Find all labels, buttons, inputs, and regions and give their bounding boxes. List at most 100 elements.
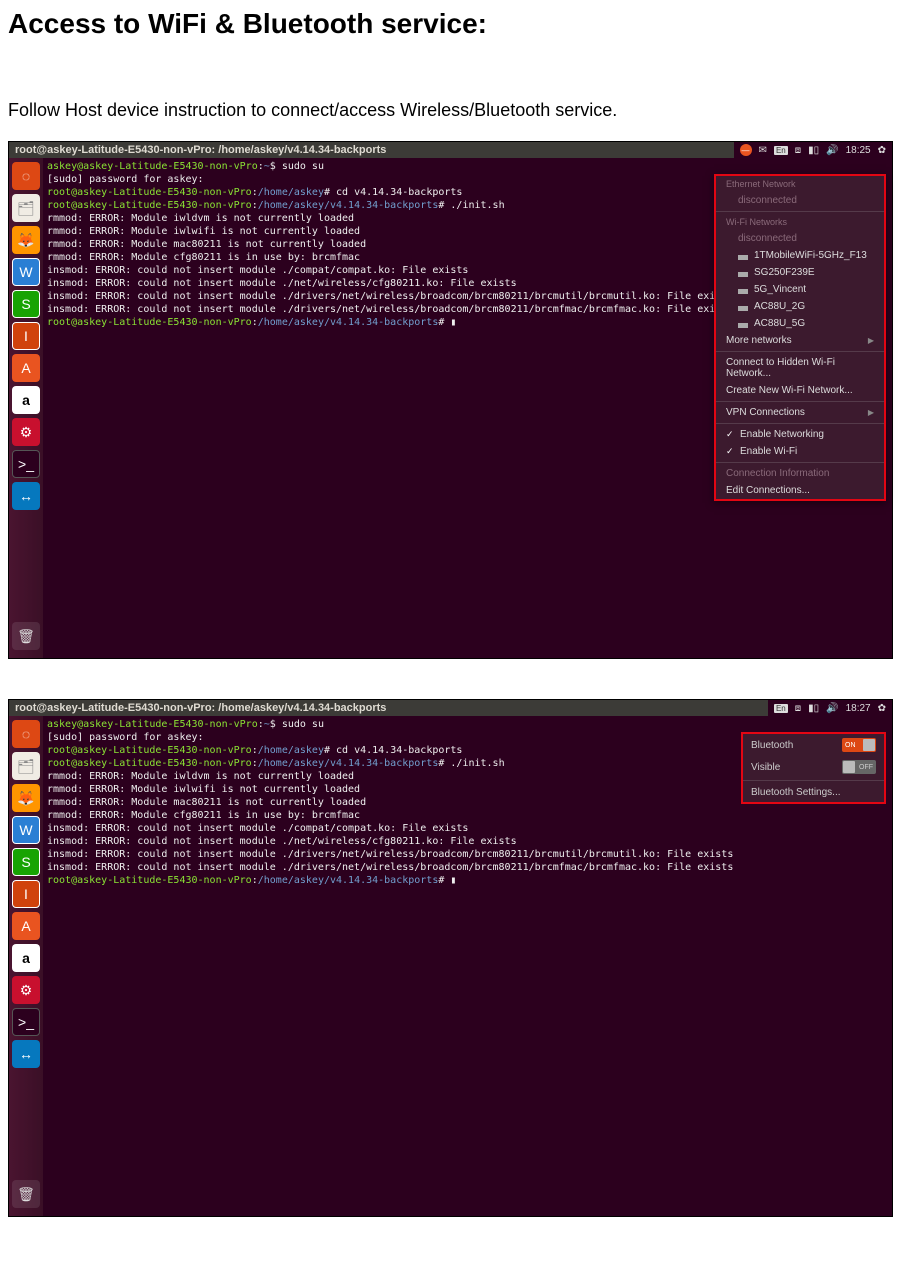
terminal-line: rmmod: ERROR: Module iwlwifi is not curr… (47, 226, 360, 237)
wifi-signal-icon (738, 286, 748, 294)
separator (743, 780, 884, 781)
wifi-ssid: 5G_Vincent (754, 284, 806, 295)
prompt-user: root@askey-Latitude-E5430-non-vPro (47, 758, 252, 769)
label: Enable Wi-Fi (740, 446, 797, 457)
enable-networking[interactable]: ✓Enable Networking (716, 426, 884, 443)
wifi-network-item[interactable]: AC88U_5G (716, 315, 884, 332)
terminal-line: rmmod: ERROR: Module cfg80211 is in use … (47, 252, 360, 263)
nm-wifi-label: Wi-Fi Networks (716, 214, 884, 230)
prompt-user: root@askey-Latitude-E5430-non-vPro (47, 200, 252, 211)
terminal-launcher-icon[interactable]: >_ (12, 450, 40, 478)
terminal-line: insmod: ERROR: could not insert module .… (47, 304, 733, 315)
software-icon[interactable]: A (12, 354, 40, 382)
volume-icon[interactable]: 🔊 (826, 145, 838, 156)
terminal-line: [sudo] password for askey: (47, 174, 204, 185)
terminal-line: insmod: ERROR: could not insert module .… (47, 849, 733, 860)
bluetooth-toggle[interactable]: ON (842, 738, 876, 752)
separator (716, 211, 884, 212)
separator (716, 462, 884, 463)
wifi-ssid: SG250F239E (754, 267, 815, 278)
keyboard-indicator[interactable]: En (774, 146, 788, 155)
terminal-line: rmmod: ERROR: Module mac80211 is not cur… (47, 797, 366, 808)
enable-wifi[interactable]: ✓Enable Wi-Fi (716, 443, 884, 460)
label: VPN Connections (726, 407, 805, 418)
files-icon[interactable]: 🗂 (12, 194, 40, 222)
amazon-icon[interactable]: a (12, 944, 40, 972)
trash-icon[interactable]: 🗑 (12, 1180, 40, 1208)
battery-icon[interactable]: ▮▯ (808, 145, 819, 156)
volume-icon[interactable]: 🔊 (826, 703, 838, 714)
visible-toggle[interactable]: OFF (842, 760, 876, 774)
unity-launcher: ◌ 🗂 🦊 W S I A a ⚙ >_ ↔ 🗑 (9, 716, 43, 1216)
create-wifi[interactable]: Create New Wi-Fi Network... (716, 382, 884, 399)
wifi-network-item[interactable]: AC88U_2G (716, 298, 884, 315)
label: More networks (726, 335, 792, 346)
dash-icon[interactable]: ◌ (12, 720, 40, 748)
impress-icon[interactable]: I (12, 322, 40, 350)
terminal-line: insmod: ERROR: could not insert module .… (47, 278, 517, 289)
nm-ethernet-state: disconnected (716, 192, 884, 209)
terminal-line: insmod: ERROR: could not insert module .… (47, 862, 733, 873)
terminal-line: insmod: ERROR: could not insert module .… (47, 291, 733, 302)
network-manager-menu: Ethernet Network disconnected Wi-Fi Netw… (714, 174, 886, 501)
bluetooth-icon[interactable]: ⧈ (795, 145, 801, 156)
chevron-right-icon: ▶ (868, 336, 874, 345)
calc-icon[interactable]: S (12, 290, 40, 318)
settings-icon[interactable]: ⚙ (12, 418, 40, 446)
battery-icon[interactable]: ▮▯ (808, 703, 819, 714)
terminal-line: rmmod: ERROR: Module iwldvm is not curre… (47, 771, 354, 782)
screenshot-wifi: root@askey-Latitude-E5430-non-vPro: /hom… (8, 141, 893, 659)
firefox-icon[interactable]: 🦊 (12, 784, 40, 812)
connect-hidden[interactable]: Connect to Hidden Wi-Fi Network... (716, 354, 884, 382)
vpn-connections[interactable]: VPN Connections ▶ (716, 404, 884, 421)
bluetooth-toggle-row[interactable]: Bluetooth ON (743, 734, 884, 756)
writer-icon[interactable]: W (12, 816, 40, 844)
files-icon[interactable]: 🗂 (12, 752, 40, 780)
clock[interactable]: 18:25 (846, 145, 871, 156)
wifi-network-item[interactable]: 5G_Vincent (716, 281, 884, 298)
impress-icon[interactable]: I (12, 880, 40, 908)
calc-icon[interactable]: S (12, 848, 40, 876)
amazon-icon[interactable]: a (12, 386, 40, 414)
chevron-right-icon: ▶ (868, 408, 874, 417)
writer-icon[interactable]: W (12, 258, 40, 286)
cmd: cd v4.14.34-backports (336, 745, 462, 756)
nm-ethernet-label: Ethernet Network (716, 176, 884, 192)
prompt-user: root@askey-Latitude-E5430-non-vPro (47, 875, 252, 886)
wifi-network-item[interactable]: SG250F239E (716, 264, 884, 281)
prompt-user: root@askey-Latitude-E5430-non-vPro (47, 745, 252, 756)
page-instruction: Follow Host device instruction to connec… (8, 100, 893, 121)
terminal-line: rmmod: ERROR: Module cfg80211 is in use … (47, 810, 360, 821)
wifi-ssid: AC88U_2G (754, 301, 805, 312)
prompt-path: /home/askey/v4.14.34-backports (258, 875, 439, 886)
gear-icon[interactable]: ✿ (878, 145, 886, 156)
teamviewer-icon[interactable]: ↔ (12, 1040, 40, 1068)
settings-icon[interactable]: ⚙ (12, 976, 40, 1004)
dash-icon[interactable]: ◌ (12, 162, 40, 190)
prompt-user: askey@askey-Latitude-E5430-non-vPro (47, 161, 258, 172)
wifi-ssid: AC88U_5G (754, 318, 805, 329)
more-networks[interactable]: More networks ▶ (716, 332, 884, 349)
visible-toggle-row[interactable]: Visible OFF (743, 756, 884, 778)
firefox-icon[interactable]: 🦊 (12, 226, 40, 254)
edit-connections[interactable]: Edit Connections... (716, 482, 884, 499)
gear-icon[interactable]: ✿ (878, 703, 886, 714)
visible-label: Visible (751, 762, 780, 773)
unity-launcher: ◌ 🗂 🦊 W S I A a ⚙ >_ ↔ 🗑 (9, 158, 43, 658)
label: Bluetooth Settings... (751, 787, 841, 798)
bluetooth-icon[interactable]: ⧈ (795, 703, 801, 714)
keyboard-indicator[interactable]: En (774, 704, 788, 713)
mail-icon[interactable]: ✉ (759, 145, 767, 156)
terminal-line: rmmod: ERROR: Module iwlwifi is not curr… (47, 784, 360, 795)
cmd: ./init.sh (450, 758, 504, 769)
screenshot-bluetooth: root@askey-Latitude-E5430-non-vPro: /hom… (8, 699, 893, 1217)
bluetooth-settings[interactable]: Bluetooth Settings... (743, 783, 884, 802)
teamviewer-icon[interactable]: ↔ (12, 482, 40, 510)
trash-icon[interactable]: 🗑 (12, 622, 40, 650)
wifi-network-item[interactable]: 1TMobileWiFi-5GHz_F13 (716, 247, 884, 264)
clock[interactable]: 18:27 (846, 703, 871, 714)
software-icon[interactable]: A (12, 912, 40, 940)
terminal-launcher-icon[interactable]: >_ (12, 1008, 40, 1036)
close-icon[interactable]: — (740, 144, 752, 156)
cmd: cd v4.14.34-backports (336, 187, 462, 198)
